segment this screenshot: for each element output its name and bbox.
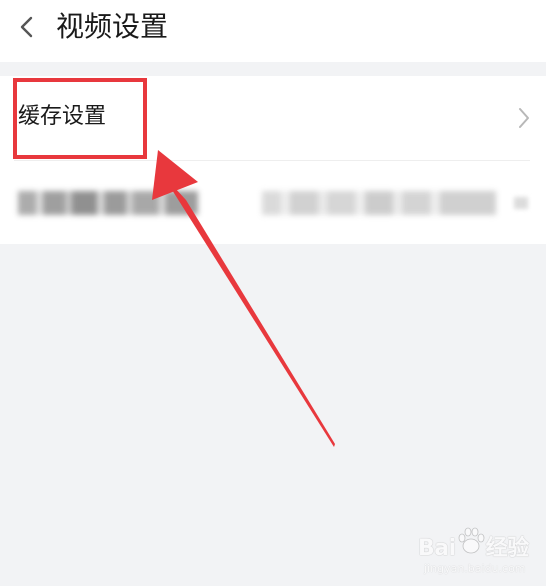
top-bar: 视频设置 [0, 0, 546, 62]
baidu-jingyan-watermark: Bai 经验 jingyan.baidu.com [418, 524, 538, 580]
paw-icon [458, 527, 485, 554]
settings-card: 缓存设置 [0, 76, 546, 244]
back-button[interactable] [10, 10, 42, 44]
blurred-settings-row[interactable] [0, 161, 546, 244]
cache-settings-row[interactable]: 缓存设置 [0, 76, 546, 160]
blurred-chevron [514, 197, 528, 209]
cache-settings-label: 缓存设置 [18, 104, 107, 129]
chevron-right-icon [519, 108, 529, 128]
chevron-left-icon [20, 16, 33, 38]
page-title: 视频设置 [56, 10, 169, 43]
blurred-value [262, 191, 496, 215]
watermark-url: jingyan.baidu.com [424, 562, 526, 575]
blurred-label [18, 191, 198, 215]
